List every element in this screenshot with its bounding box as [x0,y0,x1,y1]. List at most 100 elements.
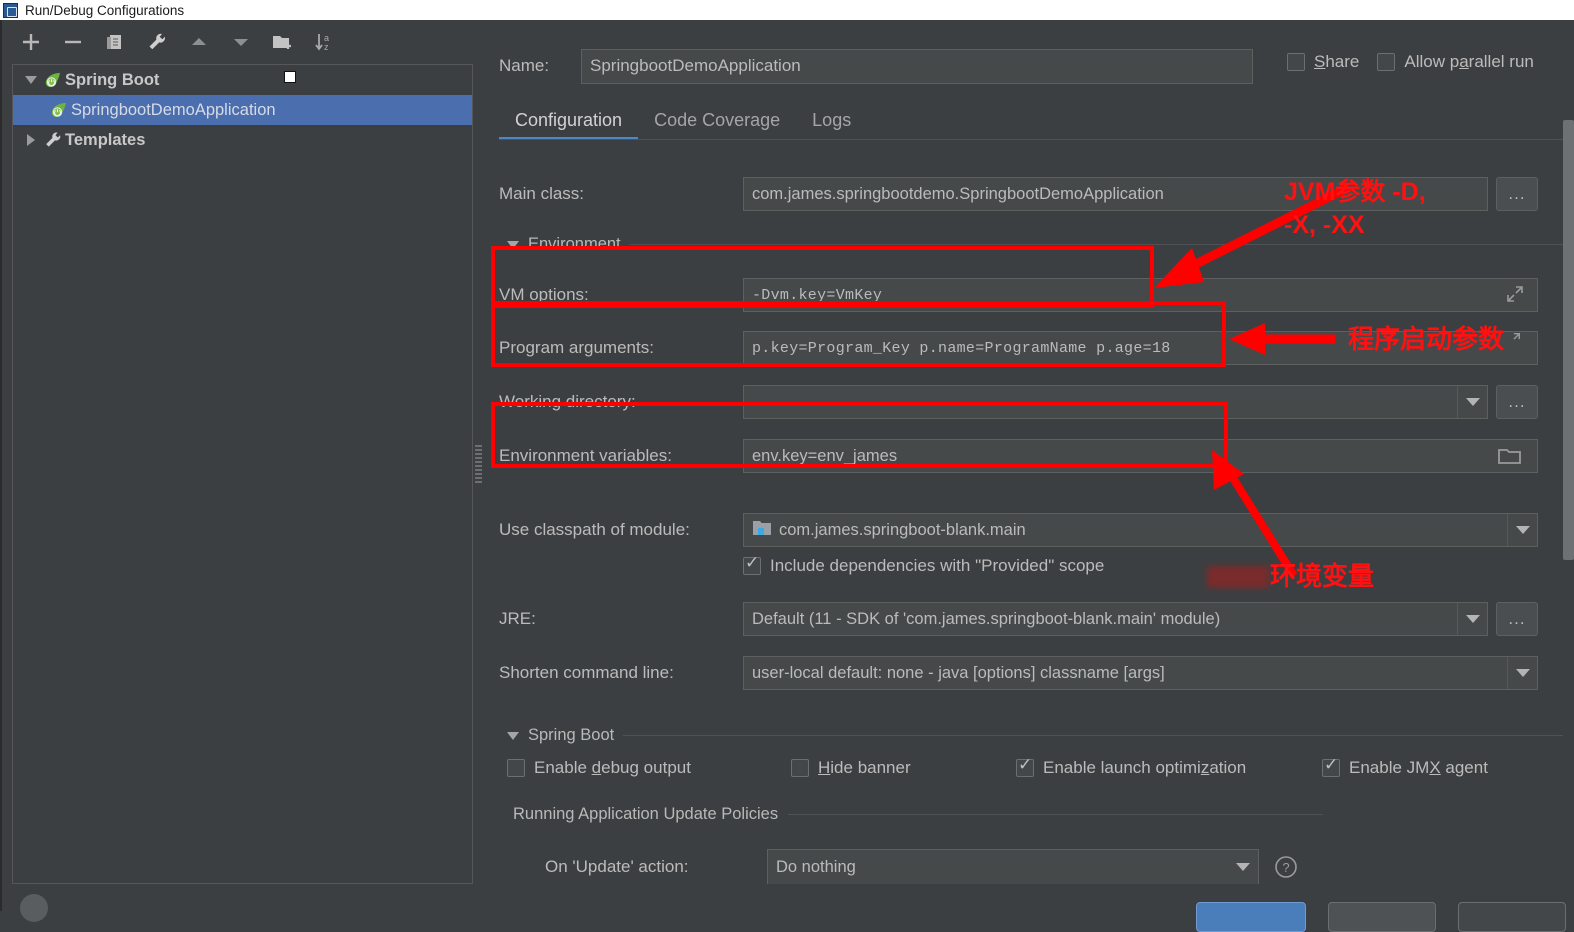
configurations-toolbar: a z [5,20,473,64]
checkbox-box[interactable] [1016,755,1034,777]
program-arguments-label: Program arguments: [499,338,654,357]
checkbox-box[interactable] [1322,755,1340,777]
sort-button[interactable]: a z [313,30,337,54]
environment-variables-browse-button[interactable] [1487,437,1533,475]
remove-configuration-button[interactable] [61,30,85,54]
chevron-down-icon[interactable] [1507,514,1537,546]
vm-options-input[interactable]: -Dvm.key=VmKey [743,278,1538,312]
share-label: Share [1314,52,1359,72]
checkbox-box[interactable] [1377,53,1396,71]
jvm-args-line1: JVM参数 -D, [1284,178,1426,206]
on-update-action-value: Do nothing [776,857,856,876]
edit-templates-button[interactable] [145,30,169,54]
on-update-action-row: On 'Update' action: Do nothing ? [545,848,1545,886]
move-up-button[interactable] [187,30,211,54]
on-update-action-select[interactable]: Do nothing [767,849,1259,885]
vertical-scrollbar-track[interactable] [1563,42,1574,884]
cb-post: ebug output [601,758,691,777]
chevron-down-icon[interactable] [1457,386,1487,418]
jre-browse-button[interactable]: ... [1496,602,1538,636]
cb-post: agent [1440,758,1488,777]
copy-configuration-button[interactable] [103,30,127,54]
jre-select[interactable]: Default (11 - SDK of 'com.james.springbo… [743,602,1488,636]
share-rest: hare [1325,52,1360,71]
expand-triangle-icon[interactable] [21,76,41,84]
enable-launch-optimization-label: Enable launch optimization [1043,758,1246,778]
environment-variables-input[interactable]: env.key=env_james [743,439,1538,473]
new-folder-button[interactable] [271,30,295,54]
environment-variables-row: Environment variables: env.key=env_james [499,437,1574,475]
vm-options-value: -Dvm.key=VmKey [752,286,883,304]
checkbox-box[interactable] [1287,53,1305,71]
include-provided-scope-checkbox[interactable]: Include dependencies with "Provided" sco… [743,553,1104,576]
main-class-label: Main class: [499,184,585,203]
main-class-browse-button[interactable]: ... [1496,177,1538,211]
classpath-module-value: com.james.springboot-blank.main [779,520,1026,539]
enable-launch-optimization-checkbox[interactable]: Enable launch optimization [1016,755,1322,778]
tab-code-coverage[interactable]: Code Coverage [638,110,796,140]
jvm-args-annotation: JVM参数 -D, -X, -XX [1284,178,1426,240]
vertical-scrollbar-thumb[interactable] [1563,120,1574,560]
cancel-button[interactable] [1328,902,1436,932]
dialog-button-bar [2,884,1574,932]
window-title-bar: Run/Debug Configurations [0,0,1574,20]
tab-configuration[interactable]: Configuration [499,110,639,140]
tree-node-spring-boot[interactable]: Spring Boot [13,65,472,95]
tree-node-templates[interactable]: Templates [13,125,472,155]
cb-post: ide banner [830,758,911,777]
jvm-args-line2: -X, -XX [1284,210,1365,239]
wrench-icon [41,130,65,150]
help-button[interactable] [20,894,48,922]
shorten-command-line-row: Shorten command line: user-local default… [499,654,1574,692]
chevron-down-icon[interactable] [507,731,519,740]
vm-options-row: VM options: -Dvm.key=VmKey [499,276,1574,314]
ok-button[interactable] [1196,902,1306,932]
checkbox-box[interactable] [743,553,761,575]
tree-node-springbootdemoapplication[interactable]: SpringbootDemoApplication [13,95,472,125]
chevron-down-icon[interactable] [1507,657,1537,689]
working-directory-input[interactable] [743,385,1488,419]
environment-variables-label: Environment variables: [499,446,672,465]
vm-options-label: VM options: [499,285,589,304]
hide-banner-checkbox[interactable]: Hide banner [791,758,1016,778]
update-policies-label: Running Application Update Policies [513,805,779,823]
apply-button[interactable] [1458,902,1566,932]
vm-options-expand-button[interactable] [1485,276,1545,312]
allow-parallel-run-label: Allow parallel run [1404,52,1533,72]
tree-selection-marker [284,71,296,83]
svg-text:z: z [324,42,329,52]
configuration-form: Name: Share Allow parallel run Configura… [485,20,1574,886]
enable-debug-output-checkbox[interactable]: Enable debug output [507,758,791,778]
working-directory-browse-button[interactable]: ... [1496,385,1538,419]
enable-jmx-agent-checkbox[interactable]: Enable JMX agent [1322,755,1488,778]
working-directory-row: Working directory: ... [499,383,1574,421]
classpath-module-select[interactable]: com.james.springboot-blank.main [743,513,1538,547]
name-input[interactable] [581,48,1253,84]
move-down-button[interactable] [229,30,253,54]
shorten-command-line-select[interactable]: user-local default: none - java [options… [743,656,1538,690]
allow-parallel-run-checkbox[interactable]: Allow parallel run [1377,52,1534,72]
checkbox-box[interactable] [791,759,809,777]
spring-boot-icon [41,70,65,90]
svg-text:?: ? [1282,860,1289,875]
hide-banner-label: Hide banner [818,758,911,778]
tree-node-label: Templates [65,130,146,149]
collapse-triangle-icon[interactable] [21,134,41,146]
tab-logs[interactable]: Logs [796,110,867,140]
cb-mnemonic: d [591,758,602,777]
parallel-pre: Allow p [1404,52,1460,71]
share-checkbox[interactable]: Share [1287,52,1359,72]
chevron-down-icon[interactable] [1228,850,1258,884]
configurations-tree[interactable]: Spring Boot SpringbootDemoApplication Te… [12,64,473,884]
checkbox-box[interactable] [507,759,525,777]
program-args-annotation: 程序启动参数 [1348,324,1505,354]
question-mark-icon[interactable]: ? [1273,854,1299,880]
share-mnemonic: S [1314,52,1326,71]
panel-splitter[interactable] [473,20,485,884]
add-configuration-button[interactable] [19,30,43,54]
spring-boot-section-header[interactable]: Spring Boot [507,726,1567,745]
chevron-down-icon[interactable] [507,240,519,249]
section-divider [629,244,1567,245]
chevron-down-icon[interactable] [1457,603,1487,635]
tab-underline [499,139,1574,140]
